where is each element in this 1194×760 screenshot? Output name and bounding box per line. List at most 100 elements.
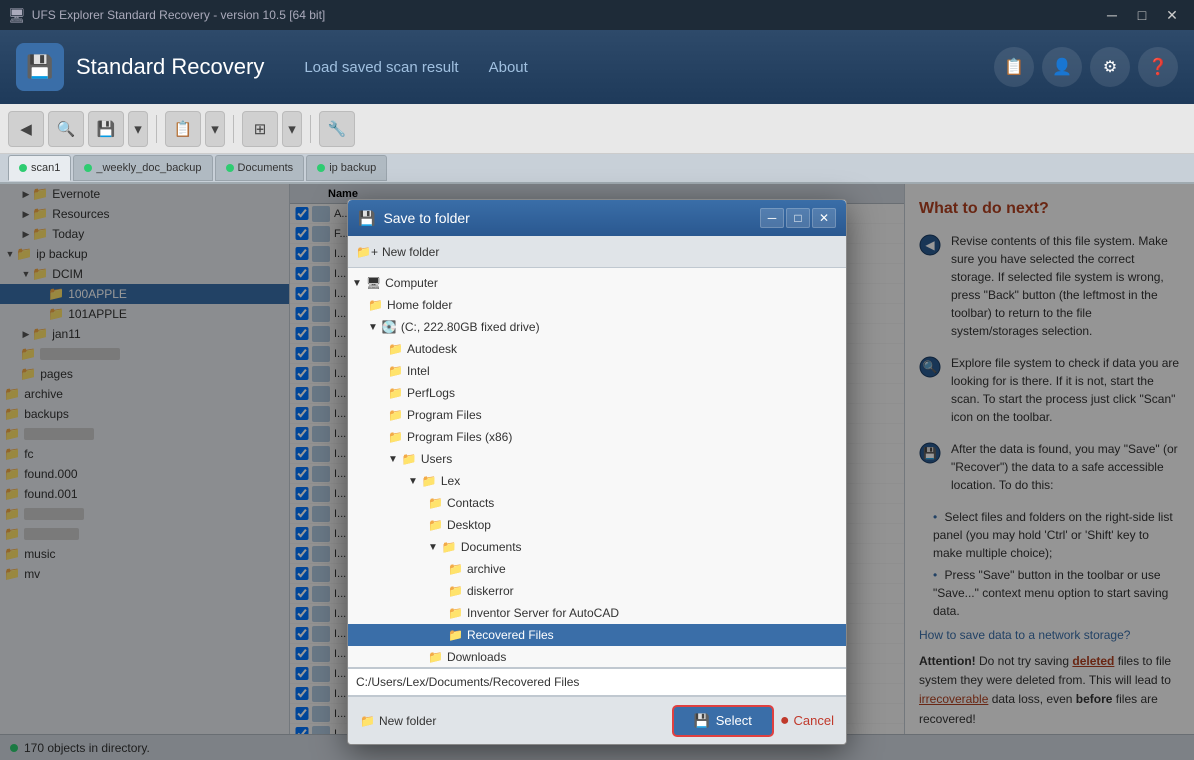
about-link[interactable]: About <box>489 55 528 80</box>
expand-arrow: ▼ <box>408 476 418 487</box>
load-scan-link[interactable]: Load saved scan result <box>304 55 458 80</box>
modal-tree-downloads[interactable]: 📁 Downloads <box>348 646 846 668</box>
folder-icon: 📁 <box>388 342 403 356</box>
tab-dot-weekly <box>84 164 92 172</box>
modal-tree-users[interactable]: ▼ 📁 Users <box>348 448 846 470</box>
modal-overlay: 💾 Save to folder ─ □ ✕ 📁+ New folder <box>0 184 1194 760</box>
logo-icon: 💾 <box>16 43 64 91</box>
modal-path: C:/Users/Lex/Documents/Recovered Files <box>356 675 579 689</box>
settings-button[interactable]: ⚙ <box>1090 47 1130 87</box>
new-folder-icon-footer: 📁 <box>360 714 375 728</box>
modal-tree-home[interactable]: 📁 Home folder <box>348 294 846 316</box>
folder-icon: 📁 <box>388 364 403 378</box>
list-dropdown-button[interactable]: ▾ <box>205 111 225 147</box>
modal-tree-cdrive[interactable]: ▼ 💽 (C:, 222.80GB fixed drive) <box>348 316 846 338</box>
modal-folder-tree[interactable]: ▼ 🖥 Computer 📁 Home folder ▼ 💽 (C:, 222.… <box>348 268 846 668</box>
folder-icon: 📁 <box>428 518 443 532</box>
select-button[interactable]: 💾 Select <box>674 707 772 735</box>
minimize-button[interactable]: ─ <box>1098 4 1126 26</box>
expand-arrow: ▼ <box>352 278 362 289</box>
tab-documents[interactable]: Documents <box>215 155 305 181</box>
tab-weekly[interactable]: _weekly_doc_backup <box>73 155 212 181</box>
help-button[interactable]: ❓ <box>1138 47 1178 87</box>
modal-icon: 💾 <box>358 210 375 227</box>
folder-icon: 📁 <box>422 474 437 488</box>
tab-ipbackup[interactable]: ip backup <box>306 155 387 181</box>
folder-icon: 📁 <box>428 496 443 510</box>
header: 💾 Standard Recovery Load saved scan resu… <box>0 30 1194 104</box>
tab-scan1[interactable]: scan1 <box>8 155 71 181</box>
modal-tree-autodesk[interactable]: 📁 Autodesk <box>348 338 846 360</box>
folder-icon: 📁 <box>428 650 443 664</box>
folder-icon: 📁 <box>388 408 403 422</box>
save-to-folder-dialog: 💾 Save to folder ─ □ ✕ 📁+ New folder <box>347 199 847 745</box>
modal-tree-archive[interactable]: 📁 archive <box>348 558 846 580</box>
modal-path-bar: C:/Users/Lex/Documents/Recovered Files <box>348 668 846 696</box>
modal-tree-inventor[interactable]: 📁 Inventor Server for AutoCAD <box>348 602 846 624</box>
modal-footer-buttons: 💾 Select ● Cancel <box>674 707 834 735</box>
modal-new-folder-button-top[interactable]: 📁+ New folder <box>356 245 439 259</box>
scan-button[interactable]: 🔍 <box>48 111 84 147</box>
tab-dot-ipbackup <box>317 164 325 172</box>
modal-tree-diskerror[interactable]: 📁 diskerror <box>348 580 846 602</box>
folder-icon: 📁 <box>448 584 463 598</box>
toolbar: ◀ 🔍 💾 ▾ 📋 ▾ ⊞ ▾ 🔧 <box>0 104 1194 154</box>
modal-footer: 📁 New folder 💾 Select ● Cancel <box>348 696 846 744</box>
modal-tree-recovered-files[interactable]: 📁 Recovered Files <box>348 624 846 646</box>
main-layout: ▶ 📁 Evernote ▶ 📁 Resources ▶ 📁 Today ▼ 📁… <box>0 184 1194 760</box>
save-button[interactable]: 💾 <box>88 111 124 147</box>
select-icon: 💾 <box>694 713 710 729</box>
title-bar-controls: ─ □ ✕ <box>1098 4 1186 26</box>
back-button[interactable]: ◀ <box>8 111 44 147</box>
modal-tree-lex[interactable]: ▼ 📁 Lex <box>348 470 846 492</box>
modal-tree-computer[interactable]: ▼ 🖥 Computer <box>348 272 846 294</box>
computer-icon: 🖥 <box>366 276 381 290</box>
user-button[interactable]: 👤 <box>1042 47 1082 87</box>
modal-toolbar: 📁+ New folder <box>348 236 846 268</box>
logo-text: Standard Recovery <box>76 54 264 80</box>
folder-icon: 📁 <box>388 430 403 444</box>
folder-icon: 📁 <box>448 606 463 620</box>
modal-tree-programfiles[interactable]: 📁 Program Files <box>348 404 846 426</box>
save-dropdown-button[interactable]: ▾ <box>128 111 148 147</box>
modal-tree-programfilesx86[interactable]: 📁 Program Files (x86) <box>348 426 846 448</box>
app-icon: 🖥 <box>8 7 26 24</box>
separator-1 <box>156 115 157 143</box>
logo: 💾 Standard Recovery <box>16 43 264 91</box>
tab-dot-docs <box>226 164 234 172</box>
monitor-button[interactable]: 📋 <box>994 47 1034 87</box>
modal-tree-intel[interactable]: 📁 Intel <box>348 360 846 382</box>
modal-titlebar: 💾 Save to folder ─ □ ✕ <box>348 200 846 236</box>
expand-arrow: ▼ <box>368 322 378 333</box>
folder-icon: 📁 <box>368 298 383 312</box>
modal-tree-documents[interactable]: ▼ 📁 Documents <box>348 536 846 558</box>
folder-icon: 📁 <box>442 540 457 554</box>
close-button[interactable]: ✕ <box>1158 4 1186 26</box>
modal-maximize-button[interactable]: □ <box>786 208 810 228</box>
modal-close-button[interactable]: ✕ <box>812 208 836 228</box>
tab-dot-scan1 <box>19 164 27 172</box>
modal-tree-desktop[interactable]: 📁 Desktop <box>348 514 846 536</box>
view-dropdown-button[interactable]: ▾ <box>282 111 302 147</box>
modal-title: Save to folder <box>383 210 469 226</box>
modal-tree-perflogs[interactable]: 📁 PerfLogs <box>348 382 846 404</box>
tools-button[interactable]: 🔧 <box>319 111 355 147</box>
folder-icon: 📁 <box>448 628 463 642</box>
separator-2 <box>233 115 234 143</box>
view-button[interactable]: ⊞ <box>242 111 278 147</box>
expand-arrow: ▼ <box>388 454 398 465</box>
modal-minimize-button[interactable]: ─ <box>760 208 784 228</box>
folder-icon: 📁 <box>388 386 403 400</box>
tabs-bar: scan1 _weekly_doc_backup Documents ip ba… <box>0 154 1194 184</box>
cancel-dot: ● <box>780 712 790 730</box>
drive-icon: 💽 <box>382 320 397 334</box>
header-actions: 📋 👤 ⚙ ❓ <box>994 47 1178 87</box>
list-button[interactable]: 📋 <box>165 111 201 147</box>
modal-tree-contacts[interactable]: 📁 Contacts <box>348 492 846 514</box>
maximize-button[interactable]: □ <box>1128 4 1156 26</box>
expand-arrow: ▼ <box>428 542 438 553</box>
cancel-button[interactable]: ● Cancel <box>780 712 834 730</box>
modal-controls: ─ □ ✕ <box>760 208 836 228</box>
title-bar: 🖥 UFS Explorer Standard Recovery - versi… <box>0 0 1194 30</box>
modal-footer-new-folder-button[interactable]: 📁 New folder <box>360 714 436 728</box>
